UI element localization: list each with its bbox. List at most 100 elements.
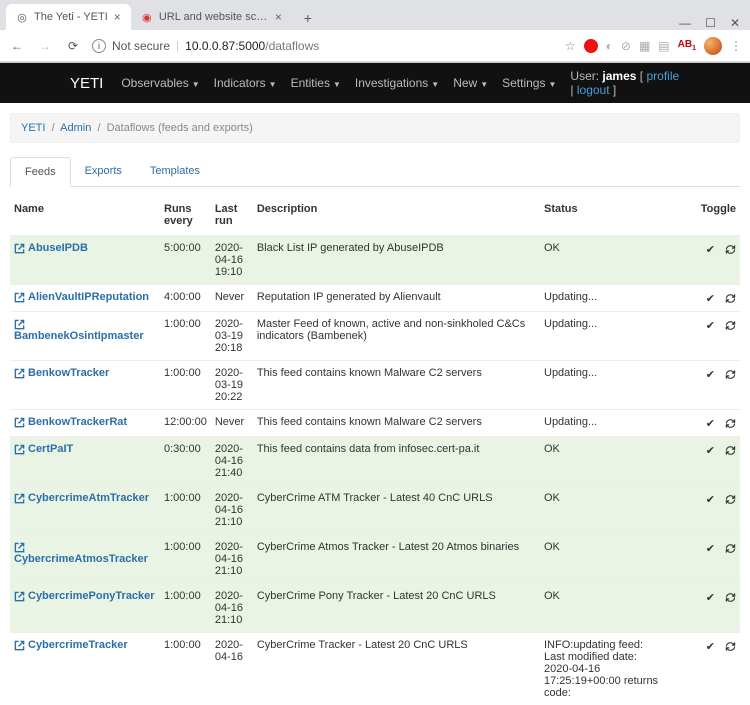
feed-link[interactable]: CertPaIT	[28, 443, 73, 455]
close-window-icon[interactable]: ✕	[730, 16, 740, 30]
browser-tab[interactable]: ◉ URL and website scanner - urlsc ×	[131, 4, 292, 30]
toggle-check-icon[interactable]: ✔	[706, 244, 715, 256]
url-host: 10.0.0.87:5000	[185, 39, 265, 53]
th-desc[interactable]: Description	[253, 195, 540, 236]
th-status[interactable]: Status	[540, 195, 670, 236]
tab-feeds[interactable]: Feeds	[10, 157, 71, 187]
nav-investigations[interactable]: Investigations▼	[355, 76, 439, 90]
address-bar[interactable]: i Not secure | 10.0.0.87:5000/dataflows	[92, 39, 555, 53]
forward-button[interactable]: →	[36, 37, 54, 55]
toggle-check-icon[interactable]: ✔	[706, 543, 715, 555]
feed-link[interactable]: BambenekOsintIpmaster	[14, 330, 144, 342]
refresh-icon[interactable]	[725, 416, 736, 430]
cell-runs: 1:00:00	[160, 312, 211, 361]
nav-observables[interactable]: Observables▼	[121, 76, 199, 90]
th-toggle[interactable]: Toggle	[670, 195, 740, 236]
nav-entities[interactable]: Entities▼	[291, 76, 341, 90]
feed-link[interactable]: AbuseIPDB	[28, 242, 88, 254]
toggle-check-icon[interactable]: ✔	[706, 293, 715, 305]
profile-avatar[interactable]	[704, 37, 722, 55]
feed-link[interactable]: CybercrimeAtmTracker	[28, 492, 149, 504]
nav-new[interactable]: New▼	[453, 76, 488, 90]
cell-status: OK	[540, 437, 670, 486]
refresh-icon[interactable]	[725, 367, 736, 381]
nav-indicators[interactable]: Indicators▼	[214, 76, 277, 90]
crumb-admin[interactable]: Admin	[60, 122, 91, 134]
feed-link[interactable]: CybercrimeTracker	[28, 639, 128, 651]
th-name[interactable]: Name	[10, 195, 160, 236]
cell-status: OK	[540, 535, 670, 584]
star-icon[interactable]: ☆	[565, 39, 576, 53]
feed-link[interactable]: CybercrimeAtmosTracker	[14, 553, 148, 565]
refresh-icon[interactable]	[725, 291, 736, 305]
toggle-check-icon[interactable]: ✔	[706, 320, 715, 332]
nav-settings[interactable]: Settings▼	[502, 76, 556, 90]
address-bar-row: ← → ⟳ i Not secure | 10.0.0.87:5000/data…	[0, 30, 750, 62]
tab-exports[interactable]: Exports	[71, 157, 136, 186]
browser-tab-active[interactable]: ◎ The Yeti - YETI ×	[6, 4, 131, 30]
table-row: CybercrimeAtmosTracker1:00:002020-04-162…	[10, 535, 740, 584]
cell-runs: 1:00:00	[160, 633, 211, 705]
refresh-icon[interactable]	[725, 318, 736, 332]
toggle-check-icon[interactable]: ✔	[706, 641, 715, 653]
extension-icon[interactable]	[584, 39, 598, 53]
feed-link[interactable]: CybercrimePonyTracker	[28, 590, 155, 602]
refresh-icon[interactable]	[725, 590, 736, 604]
close-icon[interactable]: ×	[114, 10, 121, 24]
cell-status: OK	[540, 236, 670, 285]
toggle-check-icon[interactable]: ✔	[706, 418, 715, 430]
external-link-icon	[14, 243, 25, 254]
cell-desc: CyberCrime ATM Tracker - Latest 40 CnC U…	[253, 486, 540, 535]
cell-last: 2020-03-1920:18	[211, 312, 253, 361]
refresh-icon[interactable]	[725, 541, 736, 555]
maximize-icon[interactable]: ☐	[705, 16, 716, 30]
extension-icon[interactable]: ▦	[639, 39, 650, 53]
cell-runs: 1:00:00	[160, 535, 211, 584]
cell-desc: Black List IP generated by AbuseIPDB	[253, 236, 540, 285]
browser-chrome: ◎ The Yeti - YETI × ◉ URL and website sc…	[0, 0, 750, 63]
favicon-icon: ◎	[16, 11, 28, 23]
extension-icon[interactable]: ◐	[606, 39, 613, 53]
crumb-root[interactable]: YETI	[21, 122, 45, 134]
refresh-icon[interactable]	[725, 639, 736, 653]
table-row: AlienVaultIPReputation4:00:00NeverReputa…	[10, 285, 740, 312]
refresh-icon[interactable]	[725, 492, 736, 506]
cell-runs: 1:00:00	[160, 486, 211, 535]
toggle-check-icon[interactable]: ✔	[706, 592, 715, 604]
feed-link[interactable]: BenkowTrackerRat	[28, 416, 127, 428]
cell-desc: CyberCrime Pony Tracker - Latest 20 CnC …	[253, 584, 540, 633]
extension-icon[interactable]: ⊘	[621, 39, 631, 53]
feed-link[interactable]: BenkowTracker	[28, 367, 109, 379]
reload-button[interactable]: ⟳	[64, 37, 82, 55]
kebab-menu-icon[interactable]: ⋮	[730, 39, 742, 53]
feed-link[interactable]: AlienVaultIPReputation	[28, 291, 149, 303]
subnav-tabs: Feeds Exports Templates	[10, 157, 740, 187]
refresh-icon[interactable]	[725, 443, 736, 457]
cell-last: Never	[211, 410, 253, 437]
brand[interactable]: YETI	[70, 75, 103, 92]
th-last[interactable]: Last run	[211, 195, 253, 236]
cell-status: OK	[540, 584, 670, 633]
extension-icon[interactable]: ▤	[658, 39, 669, 53]
toolbar-extensions: ☆ ◐ ⊘ ▦ ▤ AB1 ⋮	[565, 37, 742, 55]
cell-status: INFO:updating feed: Last modified date: …	[540, 633, 670, 705]
toggle-check-icon[interactable]: ✔	[706, 494, 715, 506]
minimize-icon[interactable]: —	[679, 16, 691, 30]
external-link-icon	[14, 319, 25, 330]
table-row: CybercrimePonyTracker1:00:002020-04-1621…	[10, 584, 740, 633]
extension-icon[interactable]: AB1	[678, 39, 696, 52]
close-icon[interactable]: ×	[275, 10, 282, 24]
site-info-icon[interactable]: i	[92, 39, 106, 53]
back-button[interactable]: ←	[8, 37, 26, 55]
toggle-check-icon[interactable]: ✔	[706, 445, 715, 457]
new-tab-button[interactable]: +	[296, 6, 320, 30]
tab-templates[interactable]: Templates	[136, 157, 214, 186]
th-runs[interactable]: Runs every	[160, 195, 211, 236]
toggle-check-icon[interactable]: ✔	[706, 369, 715, 381]
table-row: CybercrimeAtmTracker1:00:002020-04-1621:…	[10, 486, 740, 535]
app-navbar: YETI Observables▼ Indicators▼ Entities▼ …	[0, 63, 750, 103]
refresh-icon[interactable]	[725, 242, 736, 256]
logout-link[interactable]: logout	[577, 83, 610, 97]
external-link-icon	[14, 368, 25, 379]
profile-link[interactable]: profile	[646, 69, 679, 83]
